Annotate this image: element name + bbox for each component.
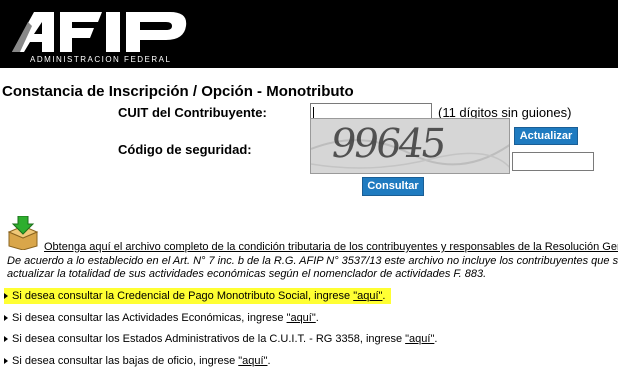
highlight-mark: Si desea consultar la Credencial de Pago…: [4, 288, 392, 304]
security-code-input[interactable]: [512, 152, 594, 171]
submit-button[interactable]: Consultar: [362, 177, 424, 196]
aqui-link[interactable]: "aquí": [405, 333, 434, 345]
note-line-2: actualizar la totalidad de sus actividad…: [7, 268, 487, 280]
captcha-text: 99645: [327, 121, 447, 167]
list-item-bajas: Si desea consultar las bajas de oficio, …: [4, 355, 271, 367]
list-item-suffix: .: [267, 355, 271, 367]
list-item-estados: Si desea consultar los Estados Administr…: [4, 333, 437, 345]
captcha-image: 99645: [310, 118, 510, 174]
aqui-link[interactable]: "aquí": [238, 355, 267, 367]
bullet-icon: [4, 315, 8, 322]
note-line-1: De acuerdo a lo establecido en el Art. N…: [7, 255, 618, 267]
cuit-label: CUIT del Contribuyente:: [118, 105, 267, 120]
refresh-captcha-button[interactable]: Actualizar: [514, 127, 578, 145]
bullet-icon: [4, 358, 8, 365]
list-item-credencial: Si desea consultar la Credencial de Pago…: [4, 288, 392, 304]
list-item-text: Si desea consultar los Estados Administr…: [12, 333, 406, 345]
text-cursor: [313, 107, 314, 118]
aqui-link[interactable]: "aquí": [287, 312, 316, 324]
list-item-suffix: .: [315, 312, 319, 324]
download-box-icon[interactable]: [6, 216, 40, 250]
logo-subtitle: ADMINISTRACION FEDERAL: [30, 55, 172, 64]
download-file-link[interactable]: Obtenga aquí el archivo completo de la c…: [44, 241, 618, 253]
afip-logo[interactable]: [10, 8, 196, 54]
list-item-text: Si desea consultar las bajas de oficio, …: [12, 355, 239, 367]
list-item-actividades: Si desea consultar las Actividades Econó…: [4, 312, 319, 324]
bullet-icon: [4, 293, 8, 300]
list-item-text: Si desea consultar la Credencial de Pago…: [12, 290, 354, 302]
page-title: Constancia de Inscripción / Opción - Mon…: [2, 83, 354, 100]
bullet-icon: [4, 336, 8, 343]
site-header: ADMINISTRACION FEDERAL: [0, 0, 618, 68]
security-code-label: Código de seguridad:: [118, 142, 252, 157]
list-item-text: Si desea consultar las Actividades Econó…: [12, 312, 287, 324]
aqui-link[interactable]: "aquí": [353, 290, 382, 302]
list-item-suffix: .: [434, 333, 438, 345]
list-item-suffix: .: [382, 290, 386, 302]
